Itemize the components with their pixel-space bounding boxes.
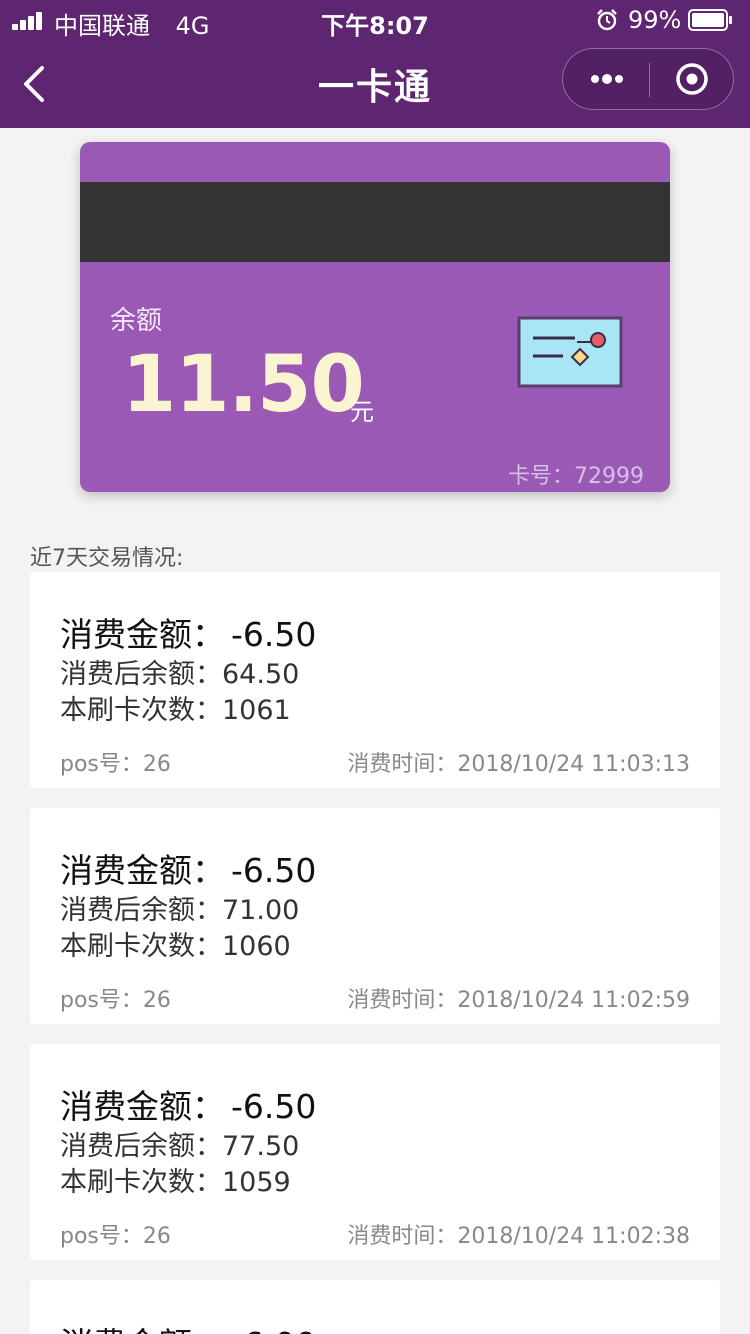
tx-amount-label: 消费金额： [60,851,225,890]
tx-amount-label: 消费金额： [60,1325,225,1334]
status-bar: 中国联通 4G 下午8:07 99% [0,0,750,40]
tx-time: 消费时间：2018/10/24 11:03:13 [347,746,690,778]
tx-count-label: 本刷卡次数： [60,1167,222,1198]
magnetic-stripe [80,182,670,262]
tx-time: 消费时间：2018/10/24 11:02:59 [347,982,690,1014]
tx-time-value: 2018/10/24 11:02:38 [457,1224,690,1249]
balance-unit: 元 [350,398,374,426]
tx-pos: pos号：26 [60,746,171,778]
tx-time-value: 2018/10/24 11:03:13 [457,752,690,777]
tx-time-label: 消费时间： [347,988,458,1013]
tx-amount: 消费金额： -6.50 [60,608,316,656]
tx-amount-value: -6.50 [231,1087,317,1126]
card-illustration-icon [517,316,623,388]
tx-count-value: 1059 [222,1167,291,1198]
card-number: 卡号：72999 [508,458,644,490]
battery-icon [688,9,732,31]
tx-amount-value: -6.50 [231,615,317,654]
tx-balance-after: 消费后余额：64.50 [60,652,299,691]
balance-label: 余额 [110,306,163,336]
tx-balance-label: 消费后余额： [60,895,222,926]
tx-swipe-count: 本刷卡次数：1061 [60,688,291,727]
tx-amount-value: -6.00 [231,1325,316,1334]
balance-value: 11.50 [122,340,365,430]
tx-time: 消费时间：2018/10/24 11:02:38 [347,1218,690,1250]
card-number-value: 72999 [574,464,644,489]
tx-balance-value: 71.00 [222,895,300,926]
tx-pos: pos号：26 [60,982,171,1014]
tx-amount-value: -6.50 [231,851,317,890]
card-number-label: 卡号： [507,464,574,489]
tx-balance-after: 消费后余额：71.00 [60,888,299,927]
section-title: 近7天交易情况: [30,546,184,571]
tx-time-label: 消费时间： [347,1224,458,1249]
tx-pos-label: pos号： [60,988,143,1013]
transaction-card[interactable]: 消费金额： -6.50 消费后余额：71.00 本刷卡次数：1060 pos号：2… [30,808,720,1024]
tx-amount: 消费金额： -6.00 [60,1318,316,1334]
tx-count-label: 本刷卡次数： [60,695,222,726]
tx-pos: pos号：26 [60,1218,171,1250]
mini-program-capsule [562,48,734,110]
tx-count-value: 1060 [222,931,291,962]
more-dot-icon [602,74,612,84]
alarm-icon [597,9,617,31]
tx-balance-label: 消费后余额： [60,1131,222,1162]
tx-time-value: 2018/10/24 11:02:59 [457,988,690,1013]
campus-card: 余额 11.50 元 卡号：72999 [80,142,670,492]
battery-percent: 99% [628,6,682,34]
tx-count-value: 1061 [222,695,291,726]
tx-pos-value: 26 [142,988,171,1013]
tx-balance-value: 77.50 [222,1131,300,1162]
tx-pos-label: pos号： [60,752,143,777]
tx-amount-label: 消费金额： [60,615,225,654]
tx-swipe-count: 本刷卡次数：1059 [60,1160,291,1199]
tx-amount: 消费金额： -6.50 [60,1080,316,1128]
tx-pos-value: 26 [142,1224,171,1249]
tx-balance-after: 消费后余额：77.50 [60,1124,299,1163]
tx-pos-value: 26 [142,752,171,777]
tx-balance-label: 消费后余额： [60,659,222,690]
tx-swipe-count: 本刷卡次数：1060 [60,924,291,963]
header: 中国联通 4G 下午8:07 99% 一卡通 [0,0,750,128]
nav-bar: 一卡通 [0,40,750,128]
transaction-card[interactable]: 消费金额： -6.50 消费后余额：77.50 本刷卡次数：1059 pos号：2… [30,1044,720,1260]
transaction-card[interactable]: 消费金额： -6.00 [30,1280,720,1334]
tx-balance-value: 64.50 [222,659,300,690]
tx-amount-label: 消费金额： [60,1087,225,1126]
more-dot-icon [615,75,623,83]
more-button[interactable] [563,49,649,109]
more-dot-icon [591,75,599,83]
tx-pos-label: pos号： [60,1224,143,1249]
tx-time-label: 消费时间： [347,752,458,777]
tx-count-label: 本刷卡次数： [60,931,222,962]
tx-amount: 消费金额： -6.50 [60,844,316,892]
close-mini-program-button[interactable] [650,49,734,109]
transaction-card[interactable]: 消费金额： -6.50 消费后余额：64.50 本刷卡次数：1061 pos号：2… [30,572,720,788]
